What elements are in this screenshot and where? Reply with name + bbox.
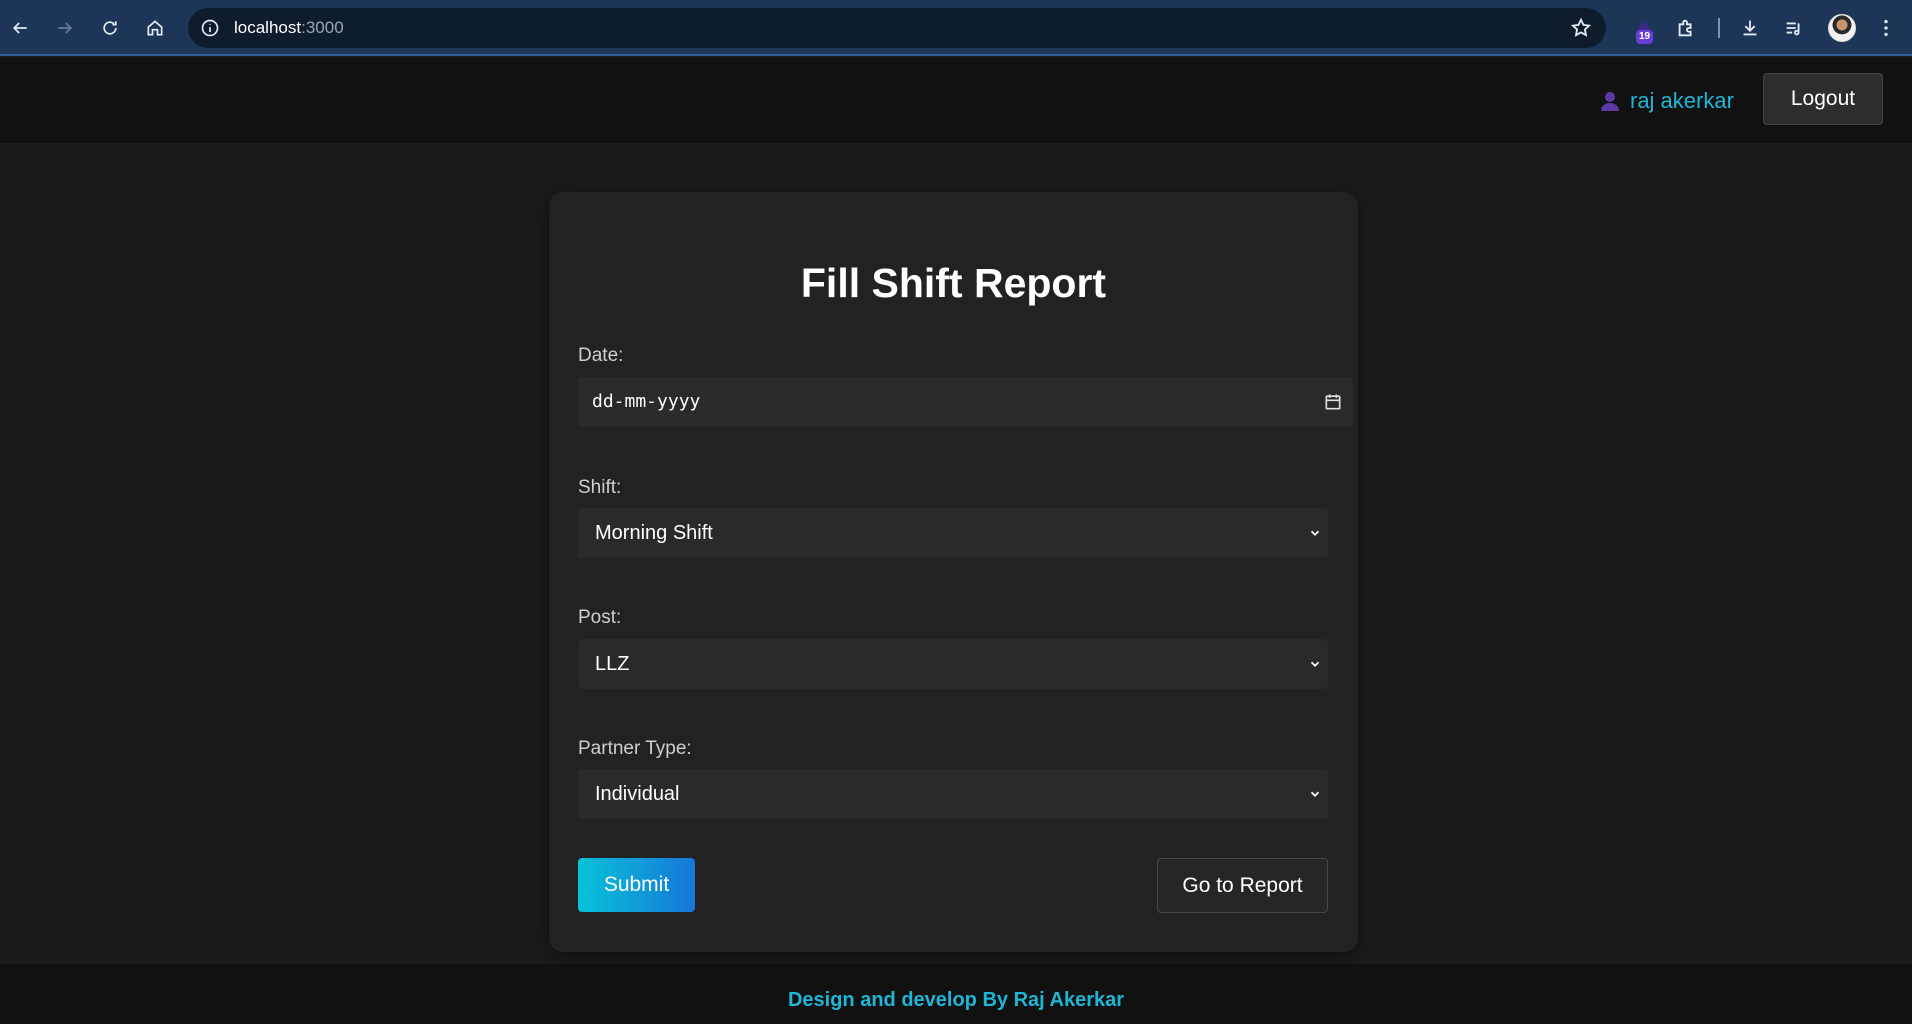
- partner-type-select-value: Individual: [595, 783, 680, 805]
- url-port: :3000: [301, 18, 344, 37]
- site-info-icon[interactable]: [198, 16, 222, 40]
- download-icon: [1743, 20, 1757, 36]
- date-input[interactable]: dd-mm-yyyy: [578, 377, 1353, 427]
- chevron-down-icon: [1310, 791, 1320, 797]
- footer-credit: Design and develop By Raj Akerkar: [787, 989, 1125, 1011]
- chevron-down-icon: [1310, 661, 1320, 667]
- calendar-icon[interactable]: [1323, 392, 1343, 412]
- url-text: localhost:3000: [234, 18, 344, 38]
- downloads-button[interactable]: [1734, 12, 1766, 44]
- partner-type-label: Partner Type:: [578, 738, 692, 759]
- forward-button[interactable]: [49, 12, 81, 44]
- shift-select-value: Morning Shift: [595, 522, 713, 544]
- browser-toolbar: localhost:3000 19: [0, 0, 1912, 56]
- username: raj akerkar: [1630, 88, 1734, 113]
- submit-button[interactable]: Submit: [578, 858, 695, 912]
- home-icon: [147, 20, 163, 36]
- media-control-button[interactable]: [1778, 12, 1810, 44]
- go-to-report-button[interactable]: Go to Report: [1157, 858, 1328, 913]
- back-button[interactable]: [4, 12, 36, 44]
- extensions-button[interactable]: [1670, 12, 1702, 44]
- reload-button[interactable]: [94, 12, 126, 44]
- playlist-icon: [1786, 22, 1800, 36]
- post-label: Post:: [578, 607, 622, 628]
- user-icon: [1601, 92, 1619, 111]
- arrow-right-icon: [58, 22, 73, 34]
- logout-button[interactable]: Logout: [1763, 73, 1883, 125]
- browser-menu-button[interactable]: [1870, 12, 1902, 44]
- footer: Design and develop By Raj Akerkar: [0, 964, 1912, 1024]
- date-label: Date:: [578, 345, 624, 366]
- url-host: localhost: [234, 18, 302, 37]
- more-vertical-icon: [1884, 19, 1888, 37]
- arrow-left-icon: [12, 22, 27, 34]
- chevron-down-icon: [1310, 530, 1320, 536]
- app-header: raj akerkar Logout: [0, 58, 1912, 143]
- shift-label: Shift:: [578, 477, 622, 498]
- date-placeholder: dd-mm-yyyy: [592, 391, 701, 412]
- shift-report-card: Fill Shift Report Date: dd-mm-yyyy Shift…: [549, 192, 1358, 952]
- shift-select[interactable]: Morning Shift: [578, 508, 1328, 558]
- toolbar-divider: [1718, 18, 1720, 38]
- extension-badge: 19: [1636, 30, 1654, 44]
- post-select-value: LLZ: [595, 653, 630, 675]
- post-select[interactable]: LLZ: [578, 639, 1328, 689]
- address-bar[interactable]: localhost:3000: [188, 8, 1606, 48]
- user-profile-link[interactable]: raj akerkar: [1598, 88, 1734, 114]
- partner-type-select[interactable]: Individual: [578, 769, 1328, 819]
- bookmark-star-icon[interactable]: [1570, 17, 1592, 39]
- home-button[interactable]: [139, 12, 171, 44]
- puzzle-icon: [1678, 19, 1692, 37]
- profile-avatar[interactable]: [1828, 14, 1856, 42]
- page-title: Fill Shift Report: [800, 260, 1107, 306]
- reload-icon: [103, 21, 117, 35]
